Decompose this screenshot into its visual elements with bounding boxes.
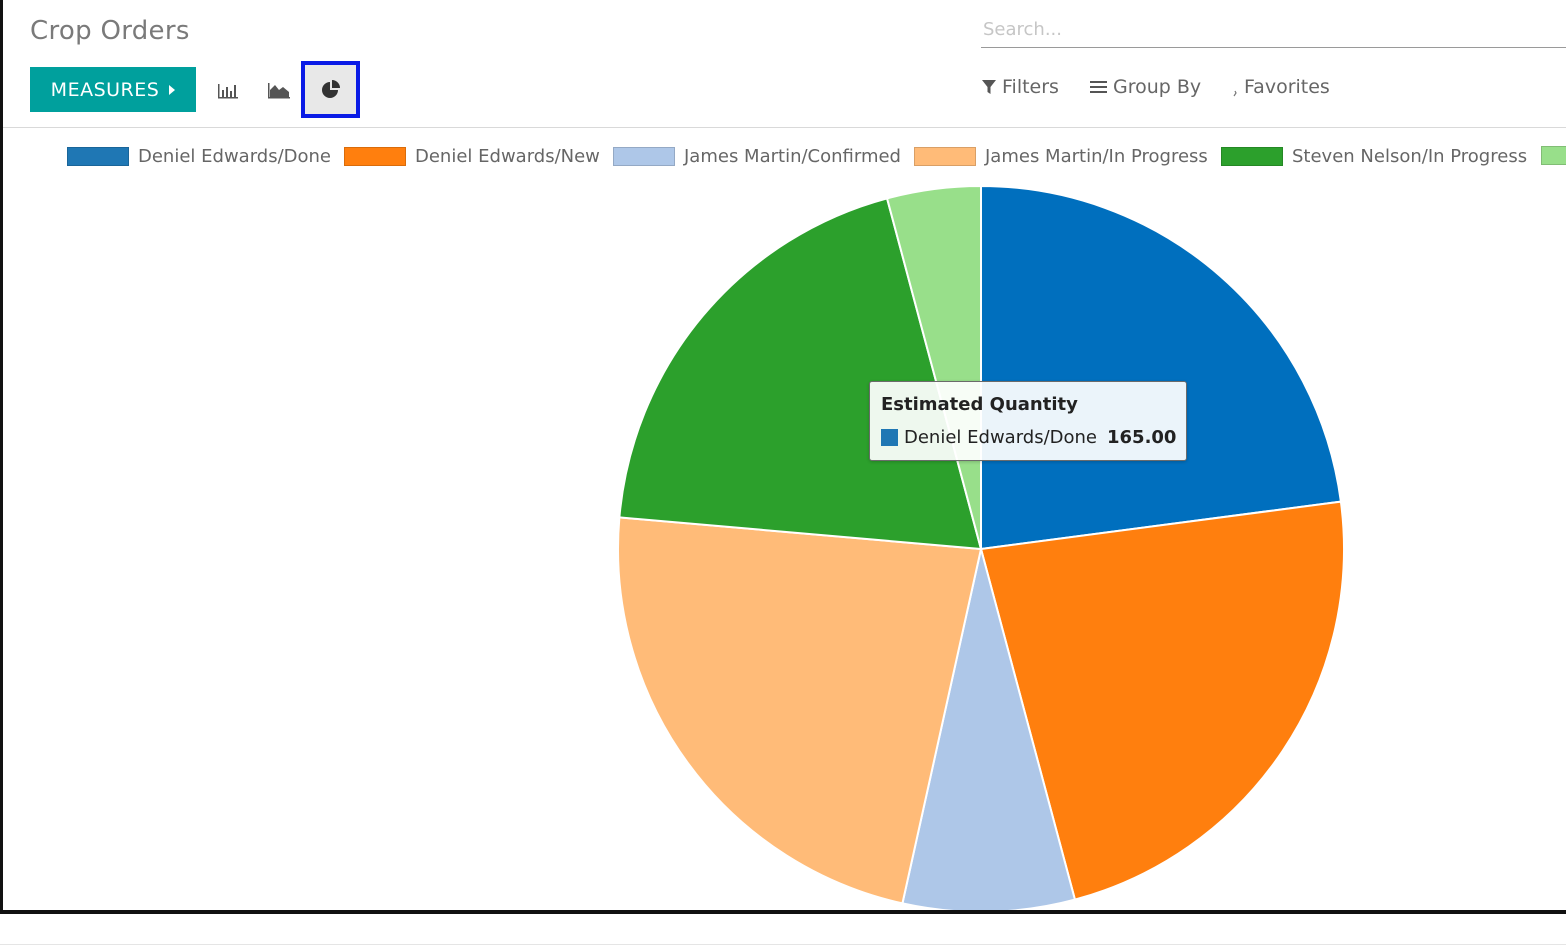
tooltip-row: Deniel Edwards/Done 165.00 [881,427,1176,448]
footer-divider [0,944,1566,945]
pie-slice[interactable] [980,184,1343,551]
tooltip-swatch [881,429,898,446]
graph-view: Crop Orders MEASURES Filters [0,0,1566,914]
chart-tooltip: Estimated Quantity Deniel Edwards/Done 1… [869,381,1187,461]
pie-chart [616,184,1345,910]
page-footer-strip [0,918,1566,948]
tooltip-label: Deniel Edwards/Done [904,427,1097,448]
tooltip-value: 165.00 [1107,427,1177,448]
tooltip-title: Estimated Quantity [881,394,1078,415]
